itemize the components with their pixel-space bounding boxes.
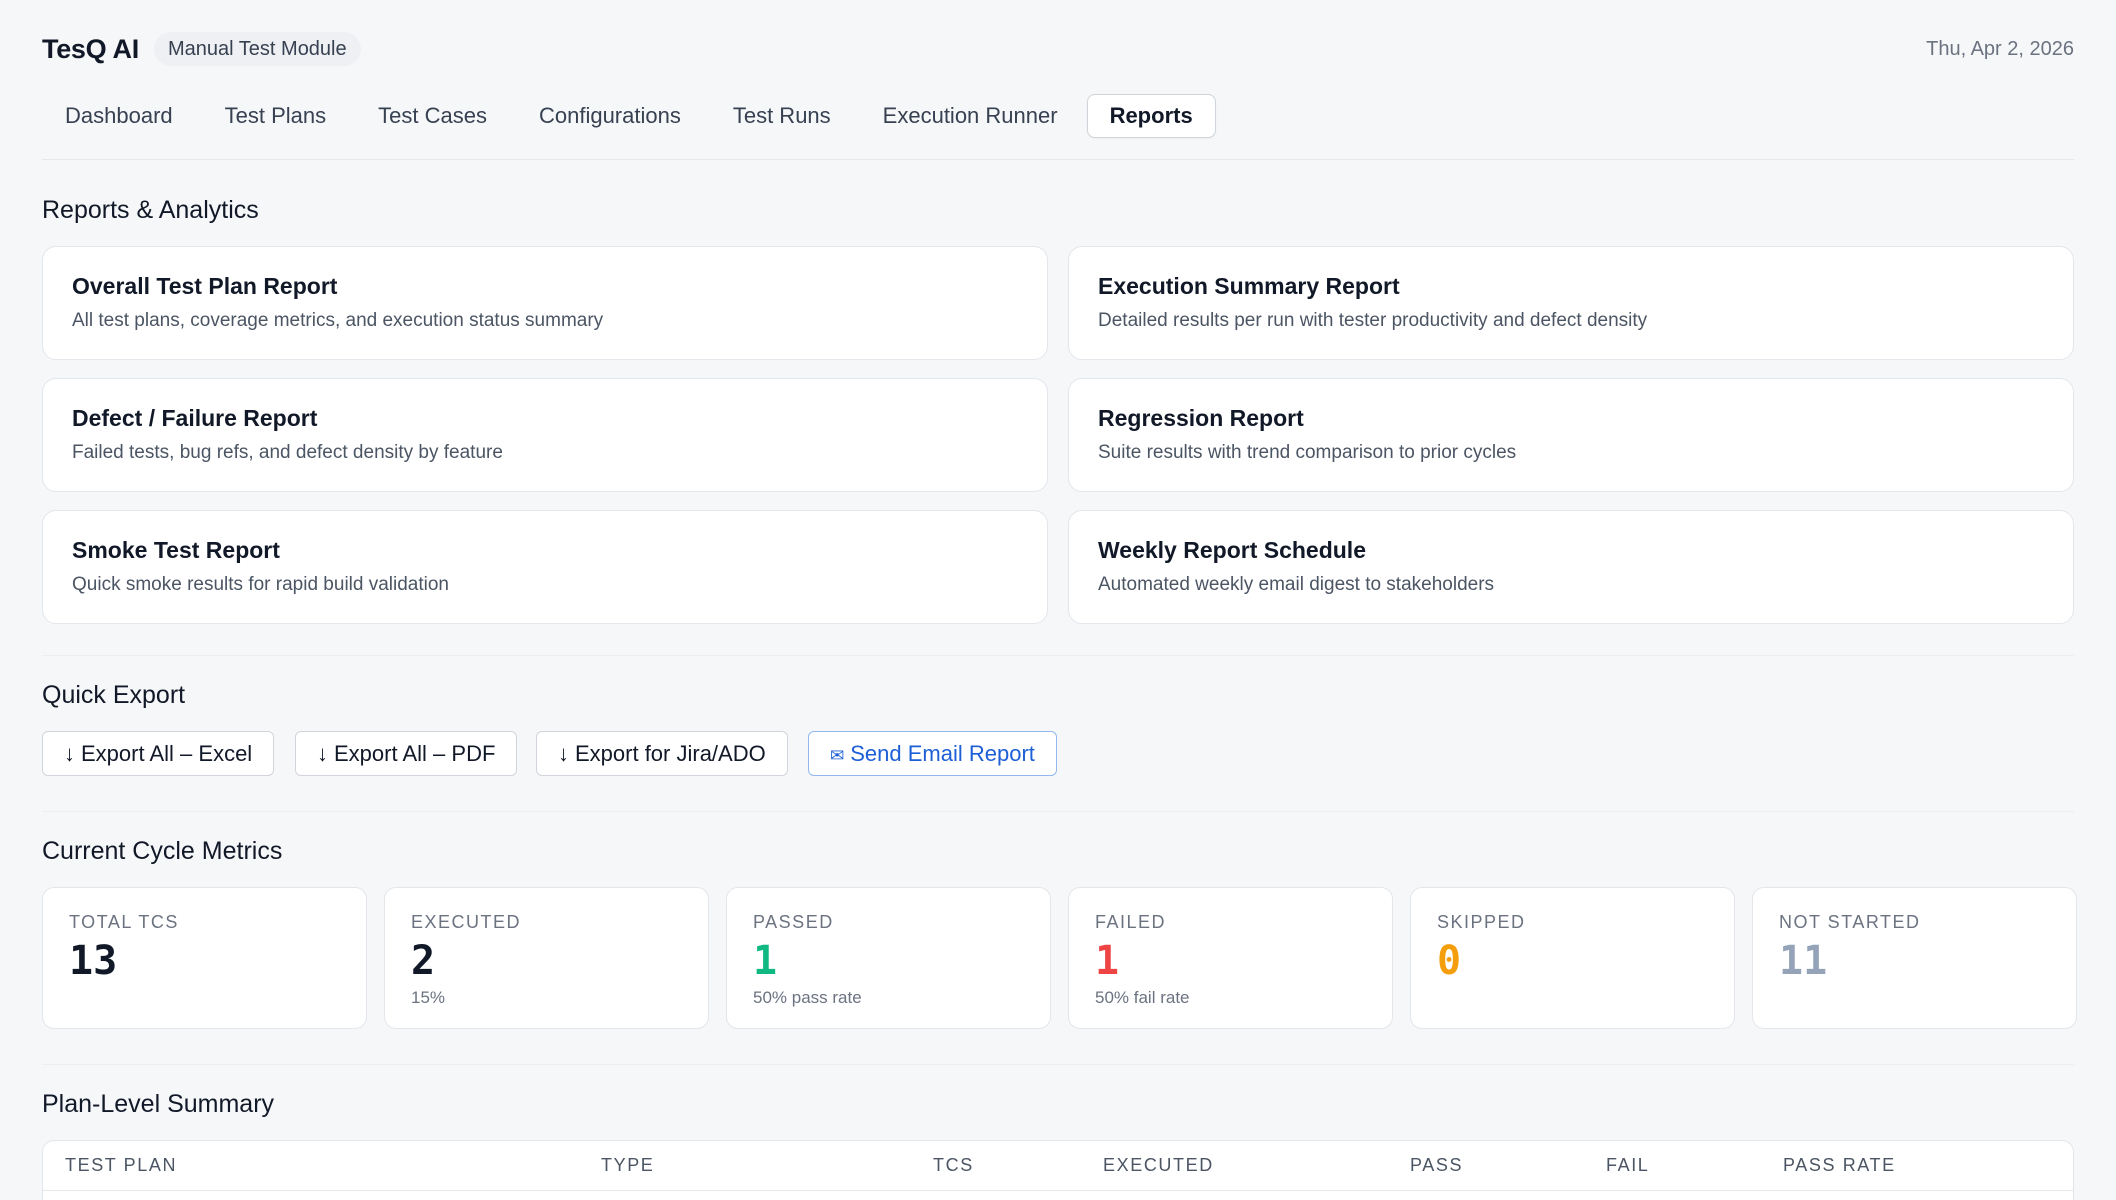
export-pdf-button[interactable]: ↓ Export All – PDF [295,731,518,776]
button-label: Export for Jira/ADO [575,741,766,766]
reports-page: TesQ AI Manual Test Module Thu, Apr 2, 2… [42,0,2077,1200]
metric-subtext: 15% [411,988,446,1007]
metric-card-skipped: SKIPPED 0 [1410,887,1735,1029]
report-card-weekly-schedule[interactable]: Weekly Report Schedule Automated weekly … [1068,510,2074,624]
metric-card-not-started: NOT STARTED 11 [1752,887,2077,1029]
main-nav-tabs: Dashboard Test Plans Test Cases Configur… [42,94,1222,138]
column-header-pass[interactable]: PASS [1410,1155,1463,1176]
report-card-description: All test plans, coverage metrics, and ex… [72,310,604,331]
table-header-divider [43,1190,2073,1191]
top-bar: TesQ AI Manual Test Module Thu, Apr 2, 2… [42,30,2074,72]
metric-label: TOTAL TCS [69,912,179,932]
metric-value: 1 [1095,938,1120,984]
metric-label: SKIPPED [1437,912,1526,932]
column-header-test-plan[interactable]: TEST PLAN [65,1155,177,1176]
report-card-title: Overall Test Plan Report [72,273,338,299]
header-divider [42,159,2074,160]
tab-dashboard[interactable]: Dashboard [42,94,196,138]
metric-value: 0 [1437,938,1462,984]
metric-card-total-tcs: TOTAL TCS 13 [42,887,367,1029]
metric-card-failed: FAILED 1 50% fail rate [1068,887,1393,1029]
column-header-type[interactable]: TYPE [601,1155,654,1176]
tab-execution-runner[interactable]: Execution Runner [860,94,1081,138]
app-brand: TesQ AI [42,34,139,64]
section-divider [42,1064,2074,1065]
plan-summary-section-title: Plan-Level Summary [42,1090,275,1118]
report-card-regression[interactable]: Regression Report Suite results with tre… [1068,378,2074,492]
metric-label: PASSED [753,912,834,932]
download-icon: ↓ [558,741,569,766]
plan-summary-table: TEST PLAN TYPE TCS EXECUTED PASS FAIL PA… [42,1140,2074,1200]
metric-value: 13 [69,938,118,984]
metric-card-executed: EXECUTED 2 15% [384,887,709,1029]
send-email-report-button[interactable]: ✉ Send Email Report [808,731,1057,776]
tab-configurations[interactable]: Configurations [516,94,704,138]
tab-reports[interactable]: Reports [1086,94,1216,138]
report-card-defect-failure[interactable]: Defect / Failure Report Failed tests, bu… [42,378,1048,492]
button-label: Export All – Excel [81,741,253,766]
metric-value: 1 [753,938,778,984]
column-header-executed[interactable]: EXECUTED [1103,1155,1214,1176]
column-header-pass-rate[interactable]: PASS RATE [1783,1155,1896,1176]
button-label: Export All – PDF [334,741,496,766]
report-card-title: Smoke Test Report [72,537,280,563]
tab-test-cases[interactable]: Test Cases [355,94,510,138]
metrics-section-title: Current Cycle Metrics [42,837,283,865]
metric-label: EXECUTED [411,912,522,932]
report-card-title: Regression Report [1098,405,1304,431]
metric-card-passed: PASSED 1 50% pass rate [726,887,1051,1029]
column-header-fail[interactable]: FAIL [1606,1155,1649,1176]
button-label: Send Email Report [850,741,1035,766]
report-card-description: Detailed results per run with tester pro… [1098,310,1648,331]
column-header-tcs[interactable]: TCS [933,1155,974,1176]
export-jira-ado-button[interactable]: ↓ Export for Jira/ADO [536,731,788,776]
tab-test-runs[interactable]: Test Runs [710,94,854,138]
report-card-description: Quick smoke results for rapid build vali… [72,574,450,595]
download-icon: ↓ [317,741,328,766]
report-card-smoke-test[interactable]: Smoke Test Report Quick smoke results fo… [42,510,1048,624]
metric-subtext: 50% fail rate [1095,988,1190,1007]
report-card-execution-summary[interactable]: Execution Summary Report Detailed result… [1068,246,2074,360]
mail-icon: ✉ [830,746,845,765]
download-icon: ↓ [64,741,75,766]
report-card-overall-test-plan[interactable]: Overall Test Plan Report All test plans,… [42,246,1048,360]
report-card-description: Failed tests, bug refs, and defect densi… [72,442,503,463]
report-card-description: Automated weekly email digest to stakeho… [1098,574,1495,595]
export-excel-button[interactable]: ↓ Export All – Excel [42,731,275,776]
metric-label: NOT STARTED [1779,912,1921,932]
metric-label: FAILED [1095,912,1167,932]
export-section-title: Quick Export [42,681,186,709]
report-card-description: Suite results with trend comparison to p… [1098,442,1517,463]
section-divider [42,811,2074,812]
reports-section-title: Reports & Analytics [42,196,259,224]
module-badge: Manual Test Module [154,32,361,66]
metric-value: 11 [1779,938,1828,984]
metric-subtext: 50% pass rate [753,988,862,1007]
tab-test-plans[interactable]: Test Plans [202,94,350,138]
metric-value: 2 [411,938,436,984]
report-card-title: Weekly Report Schedule [1098,537,1366,563]
section-divider [42,655,2074,656]
current-date: Thu, Apr 2, 2026 [1926,38,2074,60]
report-card-title: Execution Summary Report [1098,273,1400,299]
report-card-title: Defect / Failure Report [72,405,318,431]
